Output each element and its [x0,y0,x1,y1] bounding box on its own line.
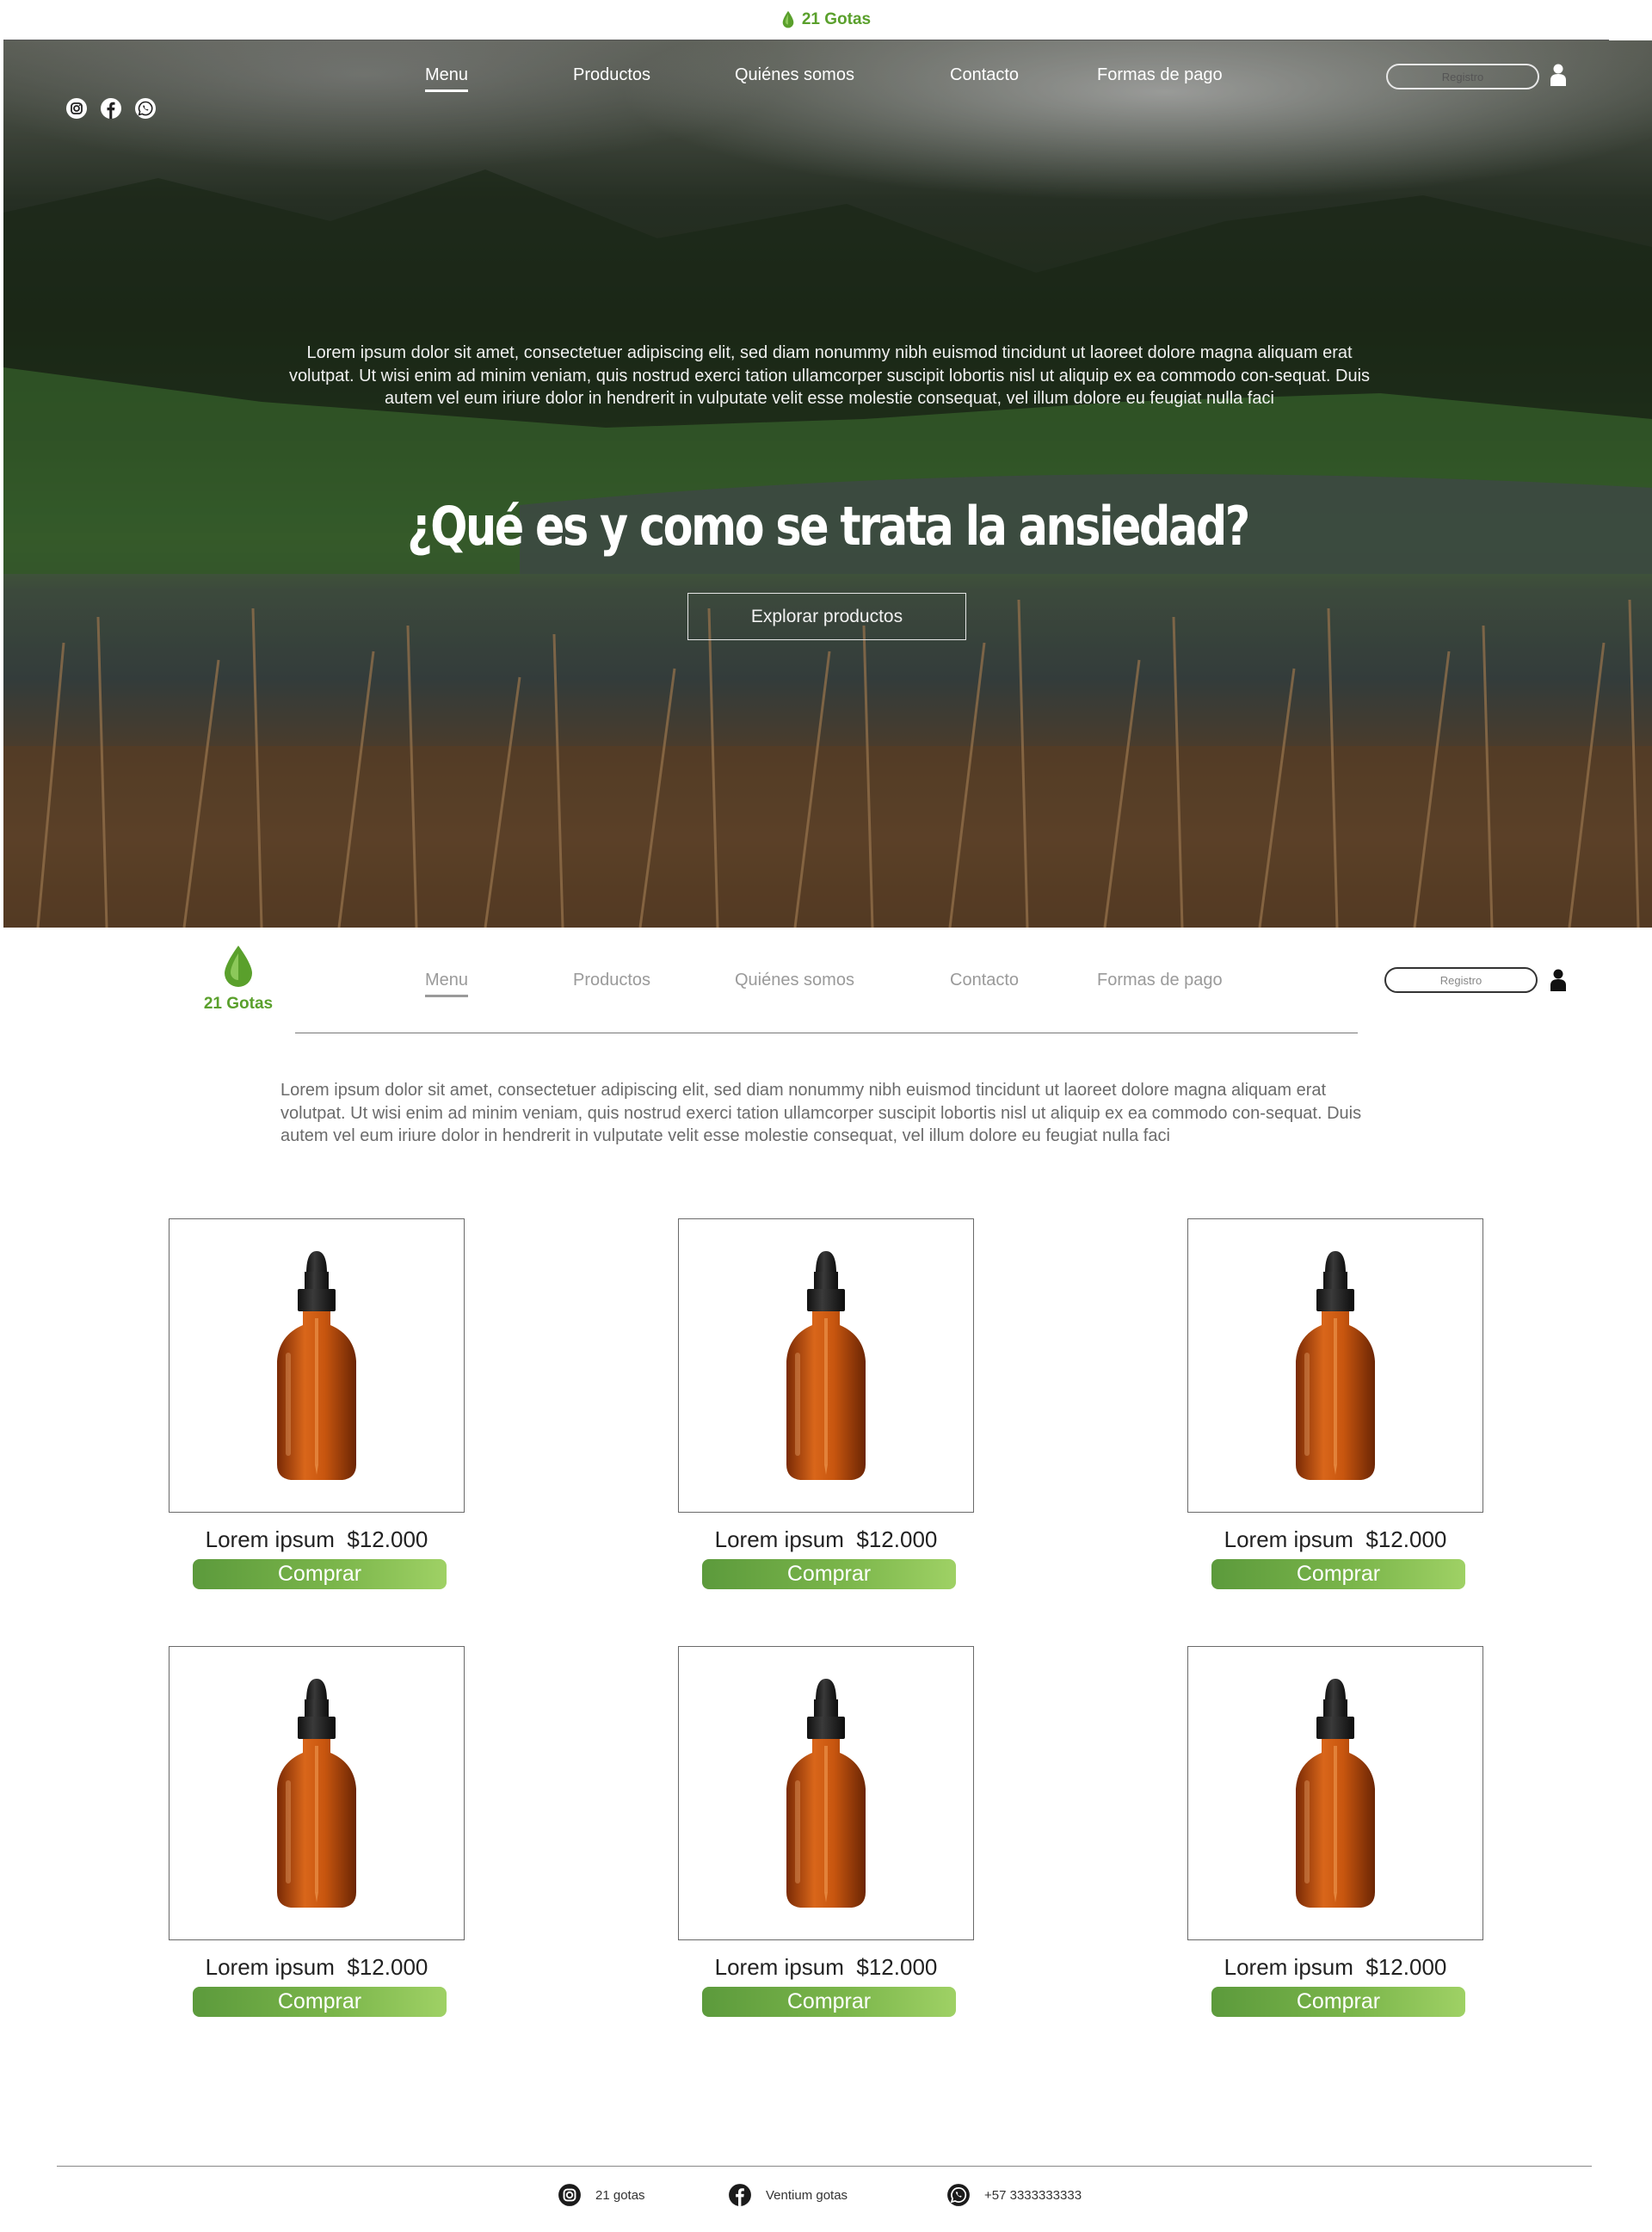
product-name-price: Lorem ipsum $12.000 [678,1954,974,1981]
dropper-bottle-image [1296,1251,1375,1480]
nav-item-formas-de-pago[interactable]: Formas de pago [1097,65,1223,85]
product-name-price: Lorem ipsum $12.000 [678,1526,974,1553]
product-name: Lorem ipsum [1224,1526,1353,1552]
product-image[interactable] [169,1646,465,1940]
explore-products-button[interactable]: Explorar productos [687,593,966,640]
buy-button[interactable]: Comprar [193,1987,447,2017]
footer-instagram[interactable]: 21 gotas [558,2183,645,2207]
product-name: Lorem ipsum [1224,1954,1353,1980]
dropper-bottle-image [1296,1679,1375,1908]
product-name: Lorem ipsum [714,1954,844,1980]
brand-name: 21 Gotas [801,10,872,28]
facebook-icon [729,2184,751,2206]
register-button[interactable]: Registro [1384,967,1538,993]
product-price: $12.000 [1365,1526,1447,1552]
instagram-icon[interactable] [65,97,88,120]
product-price: $12.000 [1365,1954,1447,1980]
product-name: Lorem ipsum [714,1526,844,1552]
hero-title: ¿Qué es y como se trata la ansiedad? [407,495,1250,558]
whatsapp-icon[interactable] [134,97,157,120]
buy-button[interactable]: Comprar [1211,1987,1465,2017]
footer-facebook[interactable]: Ventium gotas [728,2183,848,2207]
register-button[interactable]: Registro [1386,64,1539,89]
drop-icon [782,10,794,28]
product-image[interactable] [1187,1646,1483,1940]
whatsapp-icon [947,2184,970,2206]
nav-item-menu[interactable]: Menu [425,971,469,997]
dropper-bottle-image [277,1251,356,1480]
footer-whatsapp-label: +57 3333333333 [984,2187,1082,2203]
buy-button[interactable]: Comprar [702,1987,956,2017]
product-image[interactable] [169,1218,465,1513]
product-image[interactable] [678,1646,974,1940]
product-name-price: Lorem ipsum $12.000 [1187,1526,1483,1553]
dropper-bottle-image [786,1679,866,1908]
nav-item-contacto[interactable]: Contacto [950,65,1019,85]
footer-instagram-label: 21 gotas [595,2187,645,2203]
nav-item-productos[interactable]: Productos [573,65,650,85]
product-name-price: Lorem ipsum $12.000 [169,1526,465,1553]
logo[interactable]: 21 Gotas [200,945,277,1014]
dropper-bottle-image [786,1251,866,1480]
product-name: Lorem ipsum [205,1526,335,1552]
product-name-price: Lorem ipsum $12.000 [1187,1954,1483,1981]
product-price: $12.000 [347,1954,428,1980]
drop-icon [225,946,252,987]
product-price: $12.000 [347,1526,428,1552]
product-image[interactable] [678,1218,974,1513]
product-image[interactable] [1187,1218,1483,1513]
footer: 21 gotas Ventium gotas +57 3333333333 [0,2183,1652,2209]
nav-item-formas-de-pago[interactable]: Formas de pago [1097,971,1223,990]
buy-button[interactable]: Comprar [1211,1559,1465,1589]
product-name-price: Lorem ipsum $12.000 [169,1954,465,1981]
buy-button[interactable]: Comprar [193,1559,447,1589]
logo-text: 21 Gotas [203,995,274,1013]
footer-facebook-label: Ventium gotas [766,2187,848,2203]
product-price: $12.000 [856,1526,938,1552]
nav-item-quienes-somos[interactable]: Quiénes somos [735,65,854,85]
footer-whatsapp[interactable]: +57 3333333333 [946,2183,1082,2207]
dropper-bottle-image [277,1679,356,1908]
instagram-icon [558,2184,581,2206]
hero-overlay [3,40,1652,928]
nav-item-productos[interactable]: Productos [573,971,650,990]
hero-description: Lorem ipsum dolor sit amet, consectetuer… [288,343,1371,408]
intro-text: Lorem ipsum dolor sit amet, consectetuer… [280,1081,1362,1145]
product-name: Lorem ipsum [205,1954,335,1980]
top-brand-bar: 21 Gotas [0,0,1652,40]
nav-item-quienes-somos[interactable]: Quiénes somos [735,971,854,990]
user-icon[interactable] [1550,968,1567,992]
social-links [65,97,157,120]
nav-item-menu[interactable]: Menu [425,65,469,92]
product-price: $12.000 [856,1954,938,1980]
hero-banner: Menu Productos Quiénes somos Contacto Fo… [3,40,1652,928]
divider [57,2166,1592,2167]
nav-item-contacto[interactable]: Contacto [950,971,1019,990]
user-icon[interactable] [1550,63,1567,87]
buy-button[interactable]: Comprar [702,1559,956,1589]
facebook-icon[interactable] [100,97,122,120]
